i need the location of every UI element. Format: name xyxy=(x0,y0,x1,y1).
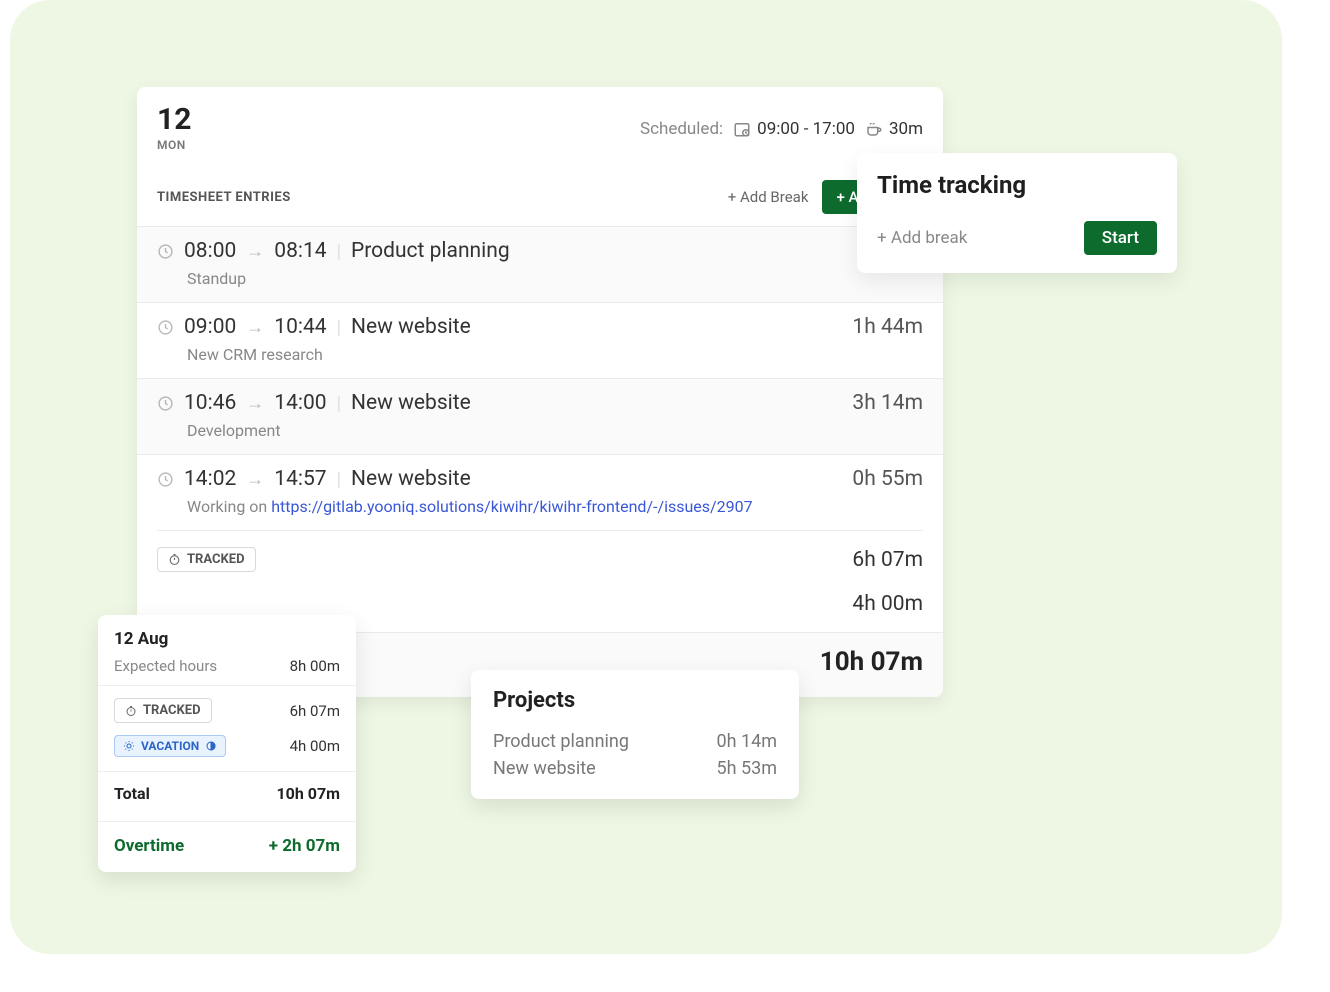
project-duration: 5h 53m xyxy=(716,758,777,779)
total-label: Total xyxy=(114,784,150,803)
projects-title: Projects xyxy=(493,688,777,713)
project-row: Product planning 0h 14m xyxy=(493,731,777,752)
project-name: Product planning xyxy=(493,731,629,752)
entry-end: 14:00 xyxy=(274,391,326,415)
vacation-badge-label: VACATION xyxy=(141,739,199,753)
day-summary-date: 12 Aug xyxy=(114,629,340,649)
scheduled-hours: 09:00 - 17:00 xyxy=(757,119,855,139)
divider-icon: | xyxy=(337,393,341,414)
timesheet-header: 12 MON Scheduled: 09:00 - 17:00 30m xyxy=(137,87,943,162)
arrow-icon: → xyxy=(246,241,264,262)
vacation-value: 4h 00m xyxy=(290,737,340,755)
entry-title: New website xyxy=(351,391,471,415)
divider-icon: | xyxy=(337,317,341,338)
entry-note: Working on https://gitlab.yooniq.solutio… xyxy=(187,497,923,516)
entry-note-link[interactable]: https://gitlab.yooniq.solutions/kiwihr/k… xyxy=(271,497,752,516)
tracked-summary-row: TRACKED 6h 07m xyxy=(137,531,943,588)
break-duration: 30m xyxy=(889,119,923,139)
expected-value: 8h 00m xyxy=(290,657,340,675)
add-break-button[interactable]: + Add Break xyxy=(728,188,809,206)
clock-icon xyxy=(157,395,174,412)
stopwatch-icon xyxy=(125,705,137,717)
stopwatch-icon xyxy=(168,553,181,566)
day-summary-card: 12 Aug Expected hours 8h 00m TRACKED 6h … xyxy=(98,615,356,872)
arrow-icon: → xyxy=(246,317,264,338)
projects-card: Projects Product planning 0h 14m New web… xyxy=(471,670,799,799)
entry-end: 14:57 xyxy=(274,467,326,491)
expected-label: Expected hours xyxy=(114,657,217,675)
timesheet-entry[interactable]: 09:00 → 10:44 | New website 1h 44m New C… xyxy=(137,302,943,378)
entry-duration: 0h 55m xyxy=(852,467,923,491)
entry-title: New website xyxy=(351,315,471,339)
clock-icon xyxy=(157,243,174,260)
entry-note: Development xyxy=(187,421,923,440)
project-row: New website 5h 53m xyxy=(493,758,777,779)
day-block: 12 MON xyxy=(157,105,191,152)
tracked-badge: TRACKED xyxy=(114,698,212,723)
entry-start: 09:00 xyxy=(184,315,236,339)
entry-duration: 1h 44m xyxy=(852,315,923,339)
break-duration-item: 30m xyxy=(865,119,923,139)
divider-icon: | xyxy=(337,469,341,490)
timesheet-subheader: TIMESHEET ENTRIES + Add Break + Add time xyxy=(137,162,943,226)
overtime-value: + 2h 07m xyxy=(269,836,340,856)
day-name: MON xyxy=(157,138,191,152)
arrow-icon: → xyxy=(246,469,264,490)
grand-total: 10h 07m xyxy=(820,647,923,677)
tracked-badge-label: TRACKED xyxy=(187,552,245,567)
entry-start: 10:46 xyxy=(184,391,236,415)
scheduled-hours-item: 09:00 - 17:00 xyxy=(733,119,855,139)
timesheet-card: 12 MON Scheduled: 09:00 - 17:00 30m TIME… xyxy=(137,87,943,697)
half-day-icon xyxy=(205,740,217,752)
timesheet-entry[interactable]: 10:46 → 14:00 | New website 3h 14m Devel… xyxy=(137,378,943,454)
schedule-info: Scheduled: 09:00 - 17:00 30m xyxy=(640,119,923,139)
timesheet-entry[interactable]: 14:02 → 14:57 | New website 0h 55m Worki… xyxy=(137,454,943,530)
time-tracking-title: Time tracking xyxy=(877,171,1157,199)
calendar-clock-icon xyxy=(733,120,751,138)
time-tracking-card: Time tracking + Add break Start xyxy=(857,153,1177,273)
entry-start: 08:00 xyxy=(184,239,236,263)
project-duration: 0h 14m xyxy=(716,731,777,752)
entry-title: Product planning xyxy=(351,239,510,263)
clock-icon xyxy=(157,319,174,336)
timesheet-entry[interactable]: 08:00 → 08:14 | Product planning 0 Stand… xyxy=(137,226,943,302)
entry-end: 10:44 xyxy=(274,315,326,339)
day-number: 12 xyxy=(157,105,191,135)
project-name: New website xyxy=(493,758,596,779)
sun-icon xyxy=(123,740,135,752)
divider-icon: | xyxy=(337,241,341,262)
tracked-value: 6h 07m xyxy=(290,702,340,720)
entry-start: 14:02 xyxy=(184,467,236,491)
entry-end: 08:14 xyxy=(274,239,326,263)
total-value: 10h 07m xyxy=(276,784,340,803)
tracked-badge-label: TRACKED xyxy=(143,703,201,718)
tracked-badge: TRACKED xyxy=(157,547,256,572)
scheduled-label: Scheduled: xyxy=(640,119,723,139)
add-break-link[interactable]: + Add break xyxy=(877,228,967,248)
coffee-icon xyxy=(865,120,883,138)
clock-icon xyxy=(157,471,174,488)
start-button[interactable]: Start xyxy=(1084,221,1157,255)
entry-note-prefix: Working on xyxy=(187,497,271,516)
second-total: 4h 00m xyxy=(852,592,923,616)
timesheet-section-title: TIMESHEET ENTRIES xyxy=(157,190,291,205)
entry-duration: 3h 14m xyxy=(852,391,923,415)
entry-title: New website xyxy=(351,467,471,491)
overtime-label: Overtime xyxy=(114,836,184,856)
tracked-total: 6h 07m xyxy=(852,548,923,572)
vacation-badge: VACATION xyxy=(114,735,226,757)
arrow-icon: → xyxy=(246,393,264,414)
entry-note: New CRM research xyxy=(187,345,923,364)
entry-note: Standup xyxy=(187,269,923,288)
